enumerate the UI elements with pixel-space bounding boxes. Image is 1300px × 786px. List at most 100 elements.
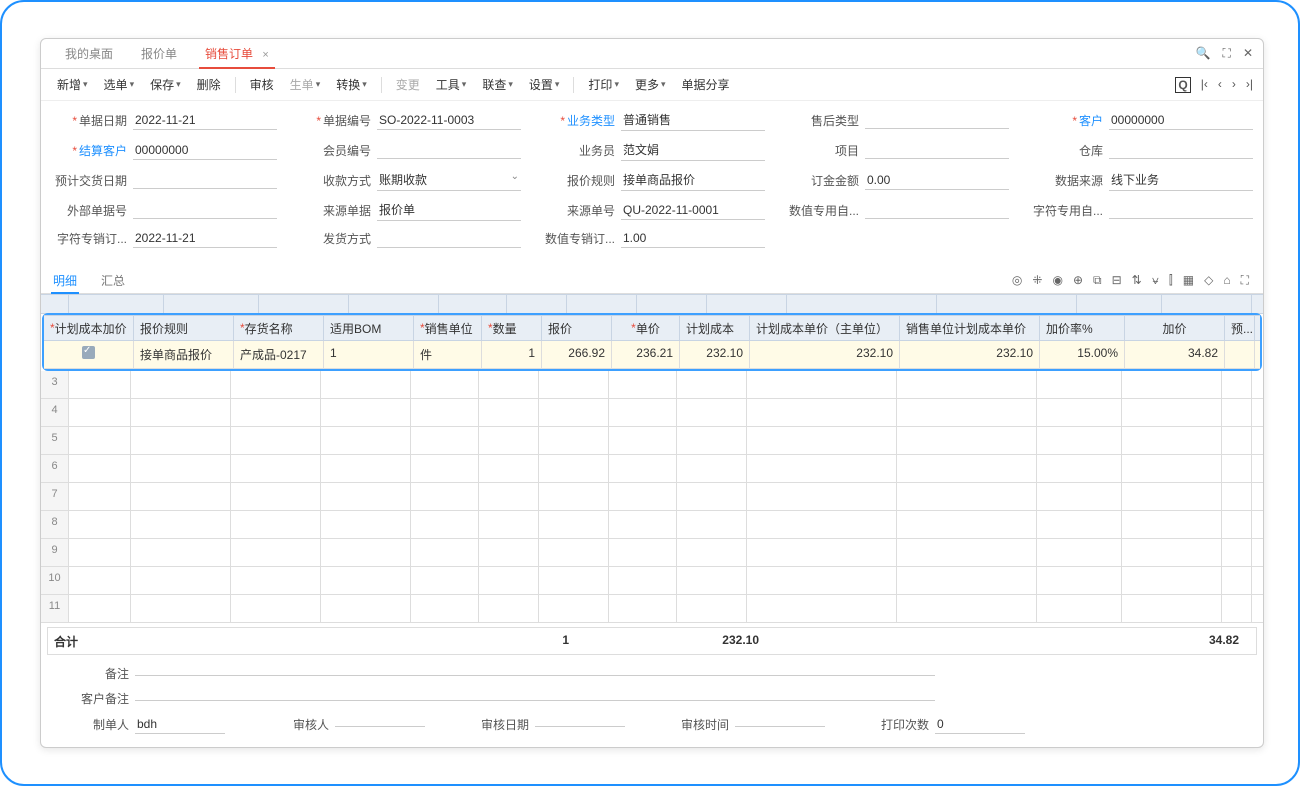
empty-cell[interactable] xyxy=(231,455,321,482)
empty-cell[interactable] xyxy=(539,455,609,482)
cell-next[interactable] xyxy=(1225,341,1255,368)
fullscreen-icon[interactable]: ⛶ xyxy=(1241,273,1249,288)
empty-cell[interactable] xyxy=(1037,427,1122,454)
cell-unit-price[interactable]: 236.21 xyxy=(612,341,680,368)
cell-markup[interactable]: 34.82 xyxy=(1125,341,1225,368)
empty-cell[interactable] xyxy=(539,427,609,454)
empty-cell[interactable] xyxy=(231,567,321,594)
empty-cell[interactable] xyxy=(321,595,411,622)
next-page-icon[interactable]: › xyxy=(1232,77,1236,93)
empty-cell[interactable] xyxy=(1037,595,1122,622)
empty-cell[interactable] xyxy=(411,455,479,482)
empty-cell[interactable] xyxy=(411,595,479,622)
empty-cell[interactable] xyxy=(1222,567,1252,594)
audit-button[interactable]: 审核 xyxy=(244,72,280,97)
empty-cell[interactable] xyxy=(1122,455,1222,482)
cell-stock-name[interactable]: 产成品-0217 xyxy=(234,341,324,368)
empty-cell[interactable] xyxy=(609,427,677,454)
empty-cell[interactable] xyxy=(609,539,677,566)
empty-cell[interactable] xyxy=(539,483,609,510)
subtab-detail[interactable]: 明细 xyxy=(51,268,79,293)
table-row-empty[interactable]: 6 xyxy=(41,455,1263,483)
empty-cell[interactable] xyxy=(1037,511,1122,538)
aftersale-input[interactable] xyxy=(865,111,1009,129)
member-no-input[interactable] xyxy=(377,141,521,159)
empty-cell[interactable] xyxy=(1122,399,1222,426)
empty-cell[interactable] xyxy=(897,427,1037,454)
table-row-empty[interactable]: 4 xyxy=(41,399,1263,427)
empty-cell[interactable] xyxy=(231,427,321,454)
cell-quote-rule[interactable]: 接单商品报价 xyxy=(134,341,234,368)
empty-cell[interactable] xyxy=(1037,371,1122,398)
empty-cell[interactable] xyxy=(747,399,897,426)
empty-cell[interactable] xyxy=(69,483,131,510)
quote-rule-input[interactable]: 接单商品报价 xyxy=(621,169,765,191)
empty-cell[interactable] xyxy=(479,595,539,622)
last-page-icon[interactable]: ›| xyxy=(1246,77,1253,93)
empty-cell[interactable] xyxy=(1222,399,1252,426)
warehouse-input[interactable] xyxy=(1109,141,1253,159)
ship-method-input[interactable] xyxy=(377,230,521,248)
ext-no-input[interactable] xyxy=(133,201,277,219)
empty-cell[interactable] xyxy=(897,455,1037,482)
empty-cell[interactable] xyxy=(69,399,131,426)
empty-cell[interactable] xyxy=(677,455,747,482)
settle-cust-input[interactable]: 00000000 xyxy=(133,141,277,160)
empty-cell[interactable] xyxy=(747,483,897,510)
pick-button[interactable]: 选单▾ xyxy=(98,72,141,97)
empty-cell[interactable] xyxy=(479,399,539,426)
sort-icon[interactable]: ⇅ xyxy=(1132,273,1142,288)
more-button[interactable]: 更多▾ xyxy=(629,72,672,97)
empty-cell[interactable] xyxy=(131,399,231,426)
chart-icon[interactable]: ⫿ xyxy=(1169,273,1173,288)
cell-bom[interactable]: 1 xyxy=(324,341,414,368)
cell-markup-pct[interactable]: 15.00% xyxy=(1040,341,1125,368)
empty-cell[interactable] xyxy=(539,539,609,566)
cell-quote[interactable]: 266.92 xyxy=(542,341,612,368)
empty-cell[interactable] xyxy=(609,483,677,510)
empty-cell[interactable] xyxy=(131,455,231,482)
empty-cell[interactable] xyxy=(539,511,609,538)
empty-cell[interactable] xyxy=(747,595,897,622)
empty-cell[interactable] xyxy=(1222,427,1252,454)
empty-cell[interactable] xyxy=(411,399,479,426)
order-no-input[interactable]: SO-2022-11-0003 xyxy=(377,111,521,130)
share-button[interactable]: 单据分享 xyxy=(676,72,736,97)
table-row-empty[interactable]: 10 xyxy=(41,567,1263,595)
search-icon[interactable]: 🔍 xyxy=(1196,46,1211,61)
empty-cell[interactable] xyxy=(1222,539,1252,566)
table-row-empty[interactable]: 11 xyxy=(41,595,1263,623)
empty-cell[interactable] xyxy=(897,567,1037,594)
empty-cell[interactable] xyxy=(479,371,539,398)
empty-cell[interactable] xyxy=(69,567,131,594)
empty-cell[interactable] xyxy=(321,427,411,454)
tools-button[interactable]: 工具▾ xyxy=(430,72,473,97)
empty-cell[interactable] xyxy=(1122,539,1222,566)
cell-sales-unit[interactable]: 件 xyxy=(414,341,482,368)
pay-method-select[interactable]: 账期收款⌄ xyxy=(377,169,521,191)
empty-cell[interactable] xyxy=(609,567,677,594)
pin-icon[interactable]: ◉ xyxy=(1052,273,1062,288)
hdr-next[interactable]: 预... xyxy=(1225,316,1255,340)
order-date-input[interactable]: 2022-11-21 xyxy=(133,111,277,130)
empty-cell[interactable] xyxy=(677,483,747,510)
expect-deliver-input[interactable] xyxy=(133,171,277,189)
hdr-markup-pct[interactable]: 加价率% xyxy=(1040,316,1125,340)
empty-cell[interactable] xyxy=(677,567,747,594)
tag-icon[interactable]: ◇ xyxy=(1204,273,1213,288)
table-row-empty[interactable]: 3 xyxy=(41,371,1263,399)
num-sales-input[interactable] xyxy=(865,201,1009,219)
empty-cell[interactable] xyxy=(609,511,677,538)
cell-plan-cost[interactable]: 232.10 xyxy=(680,341,750,368)
table-row-empty[interactable]: 8 xyxy=(41,511,1263,539)
hdr-quote-rule[interactable]: 报价规则 xyxy=(134,316,234,340)
hdr-stock-name[interactable]: 存货名称 xyxy=(245,320,293,337)
empty-cell[interactable] xyxy=(677,399,747,426)
empty-cell[interactable] xyxy=(747,511,897,538)
hdr-quote[interactable]: 报价 xyxy=(542,316,612,340)
empty-cell[interactable] xyxy=(747,567,897,594)
settings-button[interactable]: 设置▾ xyxy=(523,72,566,97)
hdr-qty[interactable]: 数量 xyxy=(493,320,517,337)
layout-icon[interactable]: ▦ xyxy=(1183,273,1194,288)
empty-cell[interactable] xyxy=(131,371,231,398)
